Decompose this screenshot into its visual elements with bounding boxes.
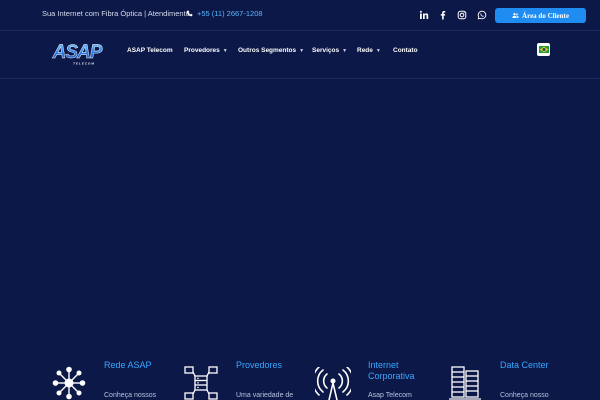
nav-label: Serviços — [312, 47, 340, 54]
whatsapp-icon[interactable] — [476, 9, 488, 21]
tagline: Sua Internet com Fibra Óptica | Atendime… — [42, 9, 190, 18]
instagram-icon[interactable] — [456, 9, 468, 21]
caret-down-icon: ▼ — [375, 47, 381, 54]
servers-network-icon — [184, 366, 218, 400]
top-bar-divider — [0, 30, 600, 31]
nav-item-outros-segmentos[interactable]: Outros Segmentos ▼ — [238, 47, 304, 54]
nav-divider — [0, 78, 600, 79]
datacenter-icon — [449, 366, 481, 400]
nav-item-asap-telecom[interactable]: ASAP Telecom — [127, 47, 173, 54]
linkedin-icon[interactable] — [418, 9, 430, 21]
nav-item-servicos[interactable]: Serviços ▼ — [312, 47, 347, 54]
nav-label: Outros Segmentos — [238, 47, 297, 54]
logo-subtext: TELECOM — [73, 62, 95, 66]
feature-title[interactable]: Data Center — [500, 360, 549, 371]
caret-down-icon: ▼ — [222, 47, 228, 54]
nav-item-provedores[interactable]: Provedores ▼ — [184, 47, 228, 54]
logo[interactable]: ASAP TELECOM — [50, 40, 105, 66]
users-icon — [512, 12, 519, 18]
caret-down-icon: ▼ — [299, 47, 305, 54]
phone-number: +55 (11) 2667-1208 — [197, 9, 263, 18]
nav-label: Contato — [393, 47, 418, 54]
nav-label: Rede — [357, 47, 373, 54]
nav-item-rede[interactable]: Rede ▼ — [357, 47, 381, 54]
language-flag-brazil[interactable] — [537, 43, 550, 56]
brazil-flag-icon — [538, 46, 549, 53]
nav-label: Provedores — [184, 47, 220, 54]
antenna-icon — [312, 366, 354, 400]
phone-link[interactable]: +55 (11) 2667-1208 — [186, 9, 263, 18]
top-bar: Sua Internet com Fibra Óptica | Atendime… — [0, 0, 600, 30]
logo-wordmark: ASAP — [52, 42, 103, 63]
phone-icon — [186, 10, 193, 17]
feature-title[interactable]: Rede ASAP — [104, 360, 152, 371]
nav-label: ASAP Telecom — [127, 47, 173, 54]
feature-text: Asap Telecom — [368, 392, 412, 399]
caret-down-icon: ▼ — [342, 47, 348, 54]
network-icon — [52, 366, 86, 400]
feature-title[interactable]: Internet Corporativa — [368, 360, 428, 382]
feature-text: Uma variedade de — [236, 392, 294, 399]
client-area-label: Área do Cliente — [522, 11, 569, 20]
facebook-icon[interactable] — [437, 9, 449, 21]
feature-text: Conheça nosso — [500, 392, 549, 399]
feature-text: Conheça nossos — [104, 392, 157, 399]
nav-item-contato[interactable]: Contato — [393, 47, 418, 54]
feature-title[interactable]: Provedores — [236, 360, 282, 371]
client-area-button[interactable]: Área do Cliente — [495, 8, 586, 23]
